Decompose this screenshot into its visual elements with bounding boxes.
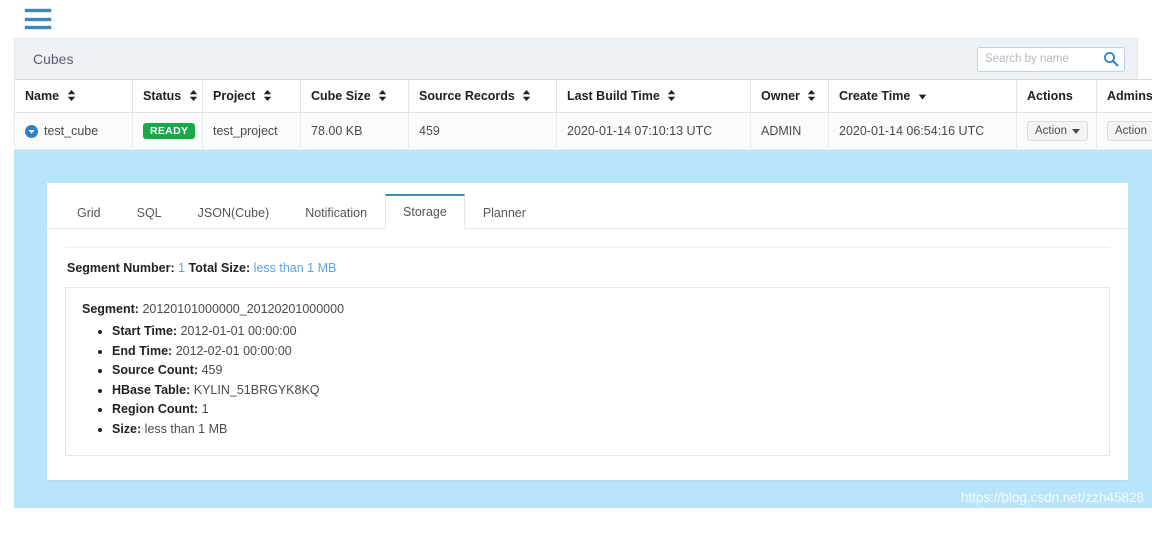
caret-down-icon [1071, 128, 1080, 134]
watermark: https://blog.csdn.net/zzh45828 [960, 490, 1144, 505]
segment-number-value: 1 [178, 261, 186, 275]
tab-json-cube[interactable]: JSON(Cube) [180, 196, 288, 229]
segment-detail-box: Segment: 20120101000000_20120201000000 S… [65, 287, 1110, 456]
cubes-table: Name Status Project Cube Size Source Rec… [14, 79, 1152, 150]
list-item: Size: less than 1 MB [112, 420, 1093, 439]
end-time-label: End Time: [112, 343, 173, 358]
start-time-value: 2012-01-01 00:00:00 [180, 324, 297, 338]
list-item: Start Time: 2012-01-01 00:00:00 [112, 322, 1093, 341]
table-row[interactable]: test_cube READY test_project 78.00 KB 45… [14, 112, 1152, 150]
hamburger-bar-1 [24, 8, 52, 13]
sort-icon [263, 90, 272, 101]
action-button-label: Action [1035, 125, 1067, 137]
sort-icon [189, 90, 197, 101]
cell-create-time: 2020-01-14 06:54:16 UTC [828, 112, 1017, 150]
divider [65, 247, 1110, 248]
total-size-value: less than 1 MB [253, 261, 337, 275]
sort-icon [523, 90, 531, 101]
list-item: HBase Table: KYLIN_51BRGYK8KQ [112, 381, 1093, 400]
column-header-owner[interactable]: Owner [750, 79, 829, 113]
segment-id: 20120101000000_20120201000000 [142, 302, 345, 316]
detail-tabs: Grid SQL JSON(Cube) Notification Storage… [47, 183, 1128, 229]
storage-summary: Segment Number: 1 Total Size: less than … [67, 261, 1110, 275]
cell-last-build-time: 2020-01-14 07:10:13 UTC [556, 112, 751, 150]
region-count-label: Region Count: [112, 402, 199, 416]
cell-owner: ADMIN [750, 112, 829, 150]
table-header-row: Name Status Project Cube Size Source Rec… [14, 79, 1152, 113]
admins-dropdown-button[interactable]: Action [1107, 121, 1152, 141]
column-header-source-records[interactable]: Source Records [408, 79, 557, 113]
search-input[interactable] [977, 46, 1125, 72]
cubes-panel: Cubes Name [14, 38, 1152, 150]
list-item: End Time: 2012-02-01 00:00:00 [112, 342, 1093, 361]
column-header-cube-size[interactable]: Cube Size [300, 79, 409, 113]
region-count-value: 1 [201, 402, 209, 416]
search-container [977, 46, 1125, 72]
segment-properties-list: Start Time: 2012-01-01 00:00:00 End Time… [82, 322, 1093, 438]
chevron-down-circle-icon[interactable] [25, 124, 38, 138]
hamburger-bar-2 [24, 16, 52, 22]
tab-planner[interactable]: Planner [465, 196, 544, 229]
tab-notification[interactable]: Notification [287, 196, 385, 229]
segment-number-label: Segment Number: [67, 261, 175, 275]
page-title: Cubes [33, 51, 74, 67]
admins-button-label: Action [1115, 125, 1147, 137]
sort-icon [808, 90, 816, 101]
top-bar [0, 0, 1152, 38]
cell-source-records: 459 [408, 112, 557, 150]
cell-project: test_project [202, 112, 301, 150]
column-header-project[interactable]: Project [202, 79, 301, 113]
column-header-actions: Actions [1016, 79, 1097, 113]
cell-cube-size: 78.00 KB [300, 112, 409, 150]
source-count-label: Source Count: [112, 363, 199, 377]
status-badge: READY [143, 122, 196, 140]
sort-icon [67, 90, 75, 101]
sort-icon [668, 90, 676, 101]
expanded-row-region: Grid SQL JSON(Cube) Notification Storage… [14, 150, 1152, 508]
tab-sql[interactable]: SQL [119, 196, 180, 229]
sort-icon [379, 90, 387, 101]
cell-name[interactable]: test_cube [14, 112, 133, 150]
list-item: Source Count: 459 [112, 361, 1093, 380]
hbase-table-label: HBase Table: [112, 382, 191, 397]
list-item: Region Count: 1 [112, 400, 1093, 419]
panel-header: Cubes [14, 38, 1138, 79]
segment-label: Segment: [82, 302, 139, 316]
end-time-value: 2012-02-01 00:00:00 [175, 343, 292, 358]
hamburger-icon[interactable] [24, 8, 52, 30]
segment-title: Segment: 20120101000000_20120201000000 [82, 302, 1093, 316]
column-header-create-time[interactable]: Create Time [828, 79, 1017, 113]
tab-storage[interactable]: Storage [385, 194, 465, 229]
sort-desc-icon [918, 94, 927, 100]
source-count-value: 459 [201, 363, 223, 377]
size-value: less than 1 MB [144, 421, 228, 436]
column-header-name[interactable]: Name [14, 79, 133, 113]
cell-admins: Action [1096, 112, 1152, 150]
total-size-label: Total Size: [188, 261, 251, 275]
cube-detail-card: Grid SQL JSON(Cube) Notification Storage… [47, 183, 1128, 480]
cell-status: READY [132, 112, 203, 150]
size-label: Size: [112, 421, 142, 436]
storage-tab-panel: Segment Number: 1 Total Size: less than … [47, 229, 1128, 480]
column-header-last-build-time[interactable]: Last Build Time [556, 79, 751, 113]
start-time-label: Start Time: [112, 324, 178, 338]
cube-name-label: test_cube [44, 124, 99, 138]
hbase-table-value: KYLIN_51BRGYK8KQ [193, 382, 320, 397]
column-header-admins: Admins [1096, 79, 1152, 113]
hamburger-bar-3 [24, 25, 52, 30]
action-dropdown-button[interactable]: Action [1027, 121, 1088, 141]
tab-grid[interactable]: Grid [59, 196, 119, 229]
column-header-status[interactable]: Status [132, 79, 203, 113]
cell-actions: Action [1016, 112, 1097, 150]
